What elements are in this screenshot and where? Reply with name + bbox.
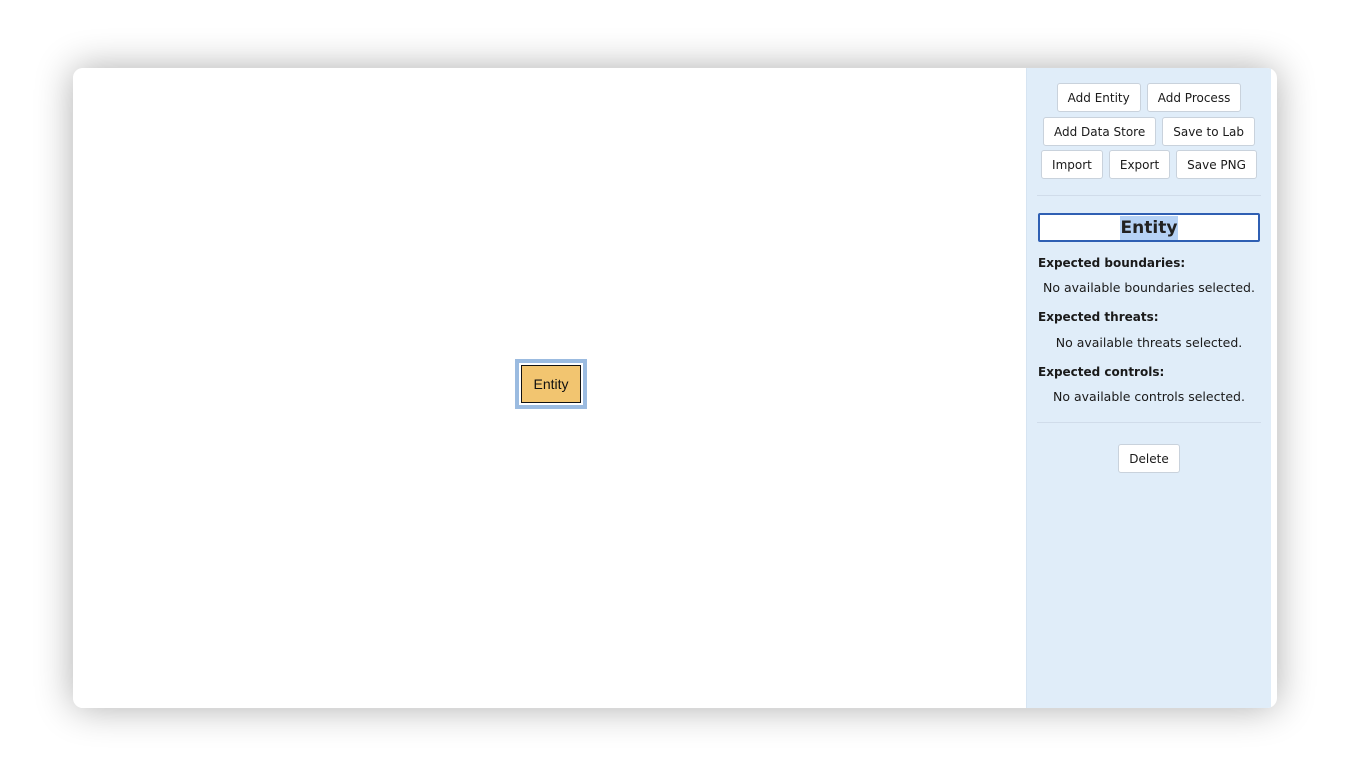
properties-sidebar: Add Entity Add Process Add Data Store Sa… [1026, 68, 1271, 708]
toolbar-row-1: Add Entity Add Process [1027, 83, 1271, 112]
controls-value: No available controls selected. [1053, 389, 1245, 404]
boundaries-value: No available boundaries selected. [1043, 280, 1255, 295]
boundaries-label: Expected boundaries: [1038, 256, 1186, 270]
toolbar-divider [1037, 195, 1261, 196]
delete-row: Delete [1027, 444, 1271, 473]
controls-label: Expected controls: [1038, 365, 1165, 379]
delete-button[interactable]: Delete [1118, 444, 1180, 473]
element-title-value: Entity [1119, 215, 1179, 240]
save-to-lab-button[interactable]: Save to Lab [1162, 117, 1256, 146]
threats-label: Expected threats: [1038, 310, 1159, 324]
add-entity-button[interactable]: Add Entity [1056, 83, 1141, 112]
element-title-input[interactable]: Entity [1038, 213, 1260, 242]
threats-value: No available threats selected. [1055, 335, 1243, 350]
app-window: Entity Add Entity Add Process Add Data S… [73, 68, 1277, 708]
add-data-store-button[interactable]: Add Data Store [1042, 117, 1157, 146]
entity-node-label: Entity [533, 376, 569, 392]
entity-node-selection: Entity [515, 359, 587, 409]
import-button[interactable]: Import [1041, 150, 1103, 179]
entity-node[interactable]: Entity [521, 365, 581, 403]
toolbar-row-2: Add Data Store Save to Lab [1027, 117, 1271, 146]
toolbar-row-3: Import Export Save PNG [1027, 150, 1271, 179]
export-button[interactable]: Export [1108, 150, 1171, 179]
properties-divider [1037, 422, 1261, 423]
save-png-button[interactable]: Save PNG [1176, 150, 1257, 179]
diagram-canvas[interactable]: Entity [73, 68, 1026, 708]
add-process-button[interactable]: Add Process [1146, 83, 1242, 112]
